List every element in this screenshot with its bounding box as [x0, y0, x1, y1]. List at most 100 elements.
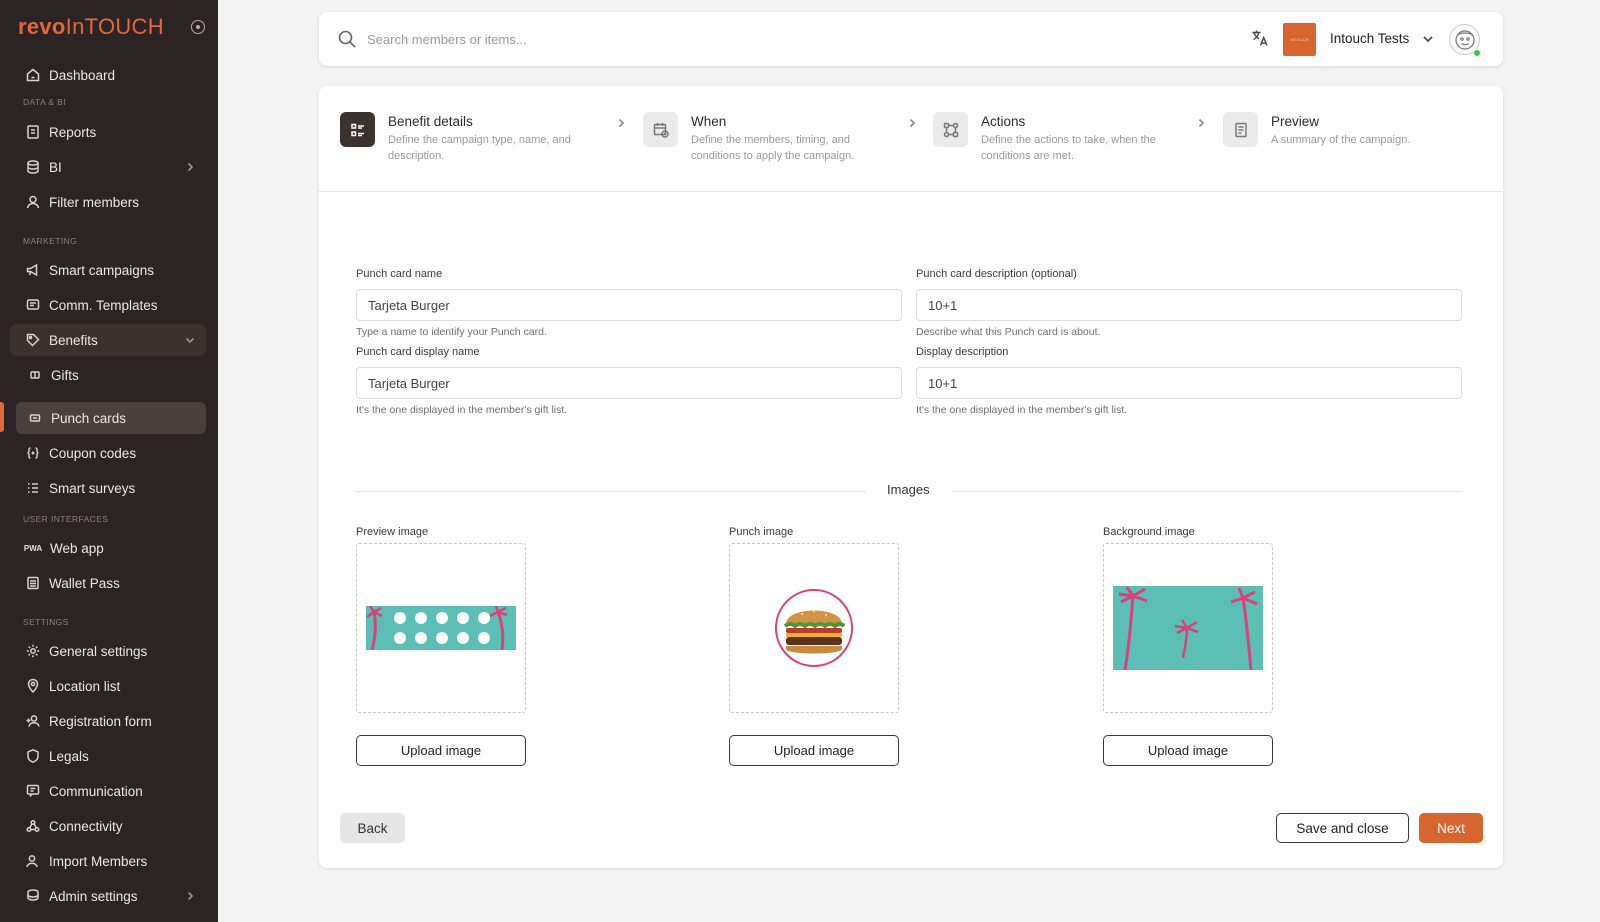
sidebar-item-communication[interactable]: Communication: [16, 775, 206, 807]
gift-icon: [26, 367, 43, 384]
sidebar-item-label: Dashboard: [49, 67, 116, 83]
sidebar-item-label: Punch cards: [51, 410, 127, 426]
sidebar-item-registration-form[interactable]: Registration form: [16, 705, 206, 737]
chevron-right-icon: [184, 161, 196, 173]
pwa-icon: PWA: [23, 543, 43, 553]
wizard-stepper: Benefit details Define the campaign type…: [319, 86, 1503, 192]
document-icon: [1223, 112, 1258, 147]
punch-card-description-input[interactable]: [916, 289, 1462, 321]
search-input[interactable]: [367, 26, 967, 52]
preview-image-dropzone[interactable]: [356, 543, 526, 713]
chevron-down-icon: [184, 334, 196, 346]
punch-card-description-label: Punch card description (optional): [916, 268, 1077, 280]
background-image-dropzone[interactable]: [1103, 543, 1273, 713]
display-description-help: It's the one displayed in the member's g…: [916, 404, 1128, 416]
sidebar-collapse-icon[interactable]: [191, 20, 205, 34]
sidebar-item-comm-templates[interactable]: Comm. Templates: [16, 289, 206, 321]
sidebar-item-label: Import Members: [49, 853, 148, 869]
step-description: Define the campaign type, name, and desc…: [388, 134, 571, 162]
list-icon: [340, 112, 375, 147]
sidebar-item-dashboard[interactable]: Dashboard: [16, 59, 206, 91]
sidebar-item-location-list[interactable]: Location list: [16, 670, 206, 702]
punch-card-name-label: Punch card name: [356, 268, 443, 280]
gear-icon: [24, 643, 41, 660]
sidebar-item-connectivity[interactable]: Connectivity: [16, 810, 206, 842]
sidebar-item-label: BI: [49, 159, 62, 175]
sidebar-item-bi[interactable]: BI: [16, 151, 206, 183]
display-name-input[interactable]: [356, 367, 902, 399]
display-name-help: It's the one displayed in the member's g…: [356, 404, 568, 416]
step-description: A summary of the campaign.: [1271, 134, 1411, 146]
sidebar-item-smart-campaigns[interactable]: Smart campaigns: [16, 254, 206, 286]
sidebar-item-label: General settings: [49, 643, 148, 659]
step-title: Preview: [1271, 114, 1320, 129]
sidebar-item-label: Benefits: [49, 332, 98, 348]
sidebar-item-coupon-codes[interactable]: Coupon codes: [16, 437, 206, 469]
database-icon: [24, 159, 41, 176]
chat-icon: [24, 783, 41, 800]
location-pin-icon: [24, 678, 41, 695]
megaphone-icon: [24, 262, 41, 279]
punch-image-label: Punch image: [729, 526, 794, 538]
background-image-label: Background image: [1103, 526, 1195, 538]
sidebar-item-general-settings[interactable]: General settings: [16, 635, 206, 667]
sidebar-item-legals[interactable]: Legals: [16, 740, 206, 772]
sidebar-item-label: Admin settings: [49, 888, 138, 904]
palm-background-image: [1113, 586, 1263, 670]
brand-logo-part1: revo: [18, 14, 66, 39]
punch-card-name-help: Type a name to identify your Punch card.: [356, 326, 547, 338]
punch-card-description-help: Describe what this Punch card is about.: [916, 326, 1101, 338]
sidebar-item-admin-settings[interactable]: Admin settings: [16, 880, 206, 912]
sidebar-item-filter-members[interactable]: Filter members: [16, 186, 206, 218]
sidebar-item-label: Gifts: [51, 367, 79, 383]
punch-card-wizard: Benefit details Define the campaign type…: [319, 86, 1503, 868]
step-title: When: [691, 114, 727, 129]
user-icon: [24, 194, 41, 211]
sidebar-item-wallet-pass[interactable]: Wallet Pass: [16, 567, 206, 599]
next-button[interactable]: Next: [1419, 813, 1483, 843]
sidebar-item-label: Smart campaigns: [49, 262, 155, 278]
brand-logo[interactable]: revo InTOUCH: [18, 14, 164, 40]
sidebar-item-benefits[interactable]: Benefits: [10, 324, 206, 356]
sidebar-item-label: Legals: [49, 748, 89, 764]
calendar-clock-icon: [643, 112, 678, 147]
step-title: Actions: [981, 114, 1026, 129]
upload-background-image-button[interactable]: Upload image: [1103, 735, 1273, 766]
preview-card-image: [366, 606, 516, 650]
sidebar: revo InTOUCH Dashboard DATA & BI Reports …: [0, 0, 218, 922]
display-name-label: Punch card display name: [356, 346, 480, 358]
display-description-label: Display description: [916, 346, 1009, 358]
chevron-right-icon: [615, 116, 627, 128]
translate-icon[interactable]: [1250, 28, 1270, 48]
sidebar-item-smart-surveys[interactable]: Smart surveys: [16, 472, 206, 504]
display-description-input[interactable]: [916, 367, 1462, 399]
sidebar-item-label: Connectivity: [49, 818, 123, 834]
sidebar-item-punch-cards[interactable]: Punch cards: [16, 402, 206, 434]
search-icon[interactable]: [337, 29, 357, 49]
checklist-icon: [24, 480, 41, 497]
upload-preview-image-button[interactable]: Upload image: [356, 735, 526, 766]
sidebar-item-gifts[interactable]: Gifts: [16, 359, 206, 391]
sidebar-item-web-app[interactable]: PWA Web app: [16, 532, 206, 564]
back-button[interactable]: Back: [340, 813, 405, 843]
save-and-close-button[interactable]: Save and close: [1276, 813, 1409, 843]
step-title: Benefit details: [388, 114, 473, 129]
sidebar-item-reports[interactable]: Reports: [16, 116, 206, 148]
upload-punch-image-button[interactable]: Upload image: [729, 735, 899, 766]
punch-image-dropzone[interactable]: [729, 543, 899, 713]
shield-icon: [24, 748, 41, 765]
home-icon: [24, 67, 41, 84]
code-braces-icon: [24, 445, 41, 462]
active-item-marker: [0, 402, 4, 432]
burger-image: [775, 589, 853, 667]
sidebar-item-label: Wallet Pass: [49, 575, 120, 591]
chevron-down-icon[interactable]: [1421, 32, 1435, 46]
organization-name[interactable]: Intouch Tests: [1330, 31, 1409, 46]
admin-icon: [24, 888, 41, 905]
sidebar-item-label: Comm. Templates: [49, 297, 158, 313]
add-user-icon: [24, 713, 41, 730]
section-label-data: DATA & BI: [23, 97, 66, 107]
sidebar-item-import-members[interactable]: Import Members: [16, 845, 206, 877]
punch-card-name-input[interactable]: [356, 289, 902, 321]
sidebar-item-label: Filter members: [49, 194, 140, 210]
